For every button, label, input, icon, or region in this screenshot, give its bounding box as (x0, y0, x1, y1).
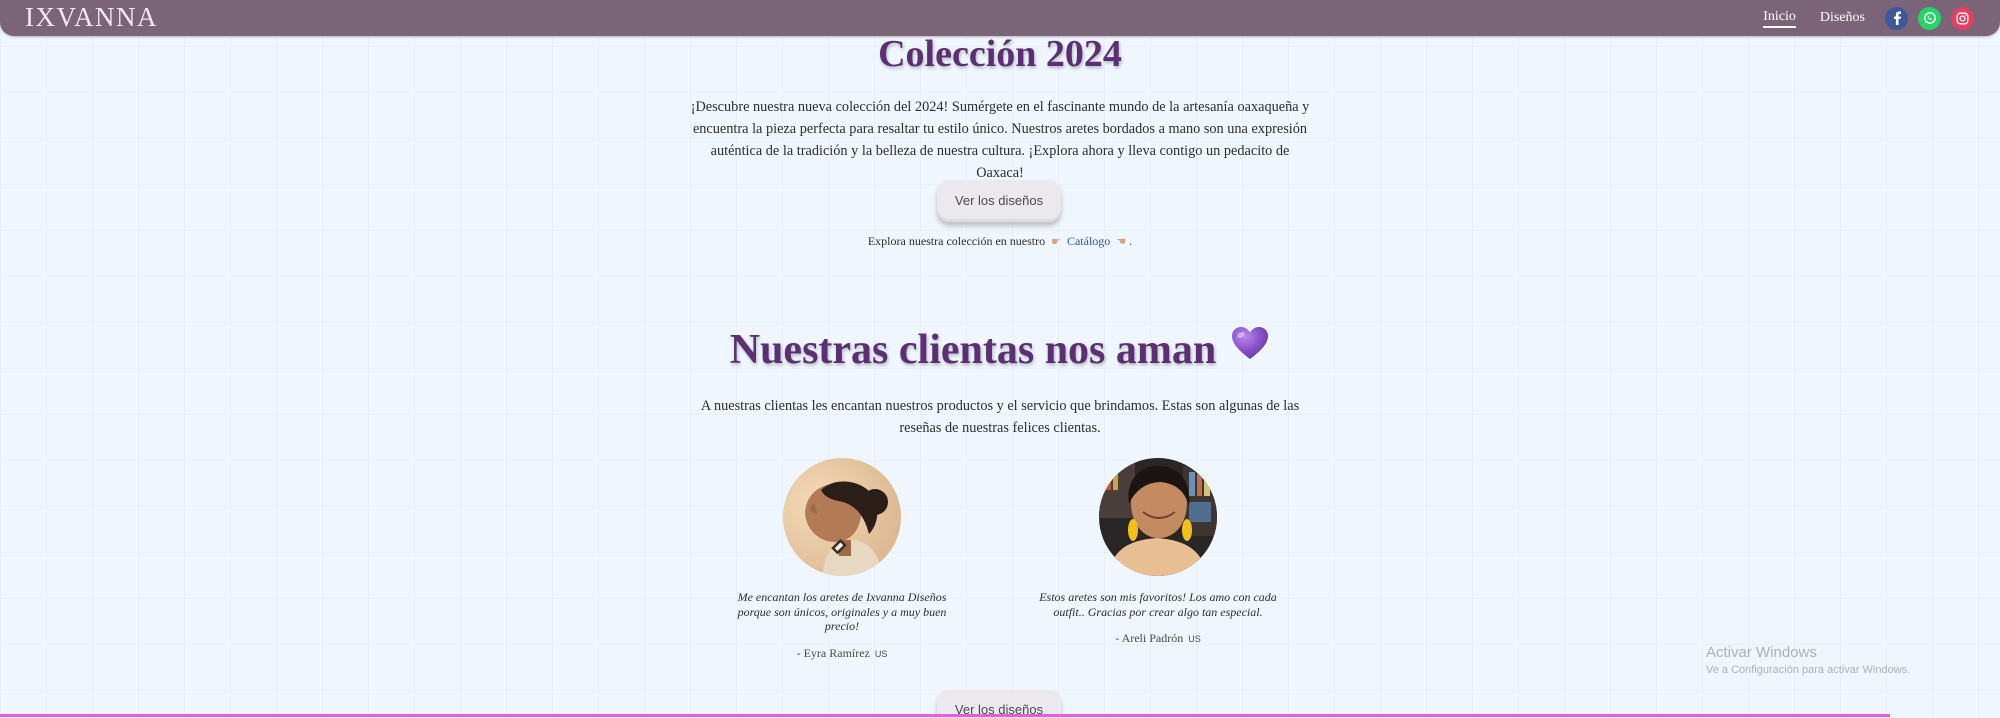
nav-links: Inicio Diseños (1763, 5, 1974, 31)
scroll-progress-line (0, 714, 1890, 717)
watermark-subtitle: Ve a Configuración para activar Windows. (1706, 664, 1911, 676)
catalog-link[interactable]: Catálogo (1067, 234, 1110, 248)
view-designs-button[interactable]: Ver los diseños (937, 180, 1061, 222)
collection-description: ¡Descubre nuestra nueva colección del 20… (690, 99, 1310, 181)
review-quote: Estos aretes son mis favoritos! Los amo … (1039, 590, 1277, 619)
purple-heart-icon (1230, 324, 1270, 372)
windows-activation-watermark: Activar Windows Ve a Configuración para … (1706, 644, 1910, 676)
catalog-suffix: . (1129, 234, 1133, 248)
nav-link-disenos[interactable]: Diseños (1820, 10, 1865, 26)
avatar (783, 458, 901, 576)
review-author-name: - Areli Padrón (1115, 631, 1184, 645)
nav-link-inicio[interactable]: Inicio (1763, 9, 1796, 28)
instagram-icon[interactable] (1951, 6, 1974, 30)
navbar: IXVANNA Inicio Diseños (0, 0, 2000, 36)
catalog-line: Explora nuestra colección en nuestro ☛ C… (0, 234, 2000, 249)
catalog-prefix: Explora nuestra colección en nuestro (867, 234, 1046, 248)
review-card: Me encantan los aretes de Ixvanna Diseño… (722, 458, 962, 661)
review-author: - Eyra Ramírez US (722, 646, 962, 661)
whatsapp-icon[interactable] (1918, 6, 1941, 30)
avatar (1099, 458, 1217, 576)
testimonials-title-text: Nuestras clientas nos aman (729, 327, 1217, 373)
testimonials-title: Nuestras clientas nos aman (0, 326, 2000, 377)
review-author-flag: US (874, 648, 888, 659)
pointing-left-icon: ☚ (1116, 235, 1127, 248)
review-author-flag: US (1188, 634, 1201, 644)
review-author: - Areli Padrón US (1038, 631, 1278, 646)
facebook-icon[interactable] (1885, 6, 1908, 30)
review-card: Estos aretes son mis favoritos! Los amo … (1038, 458, 1278, 646)
watermark-title: Activar Windows (1706, 644, 1817, 661)
testimonials-description: A nuestras clientas les encantan nuestro… (700, 398, 1300, 436)
review-author-name: - Eyra Ramírez (796, 645, 870, 660)
collection-title: Colección 2024 (878, 33, 1122, 75)
brand-logo[interactable]: IXVANNA (25, 2, 158, 32)
review-quote: Me encantan los aretes de Ixvanna Diseño… (737, 590, 947, 633)
pointing-right-icon: ☛ (1051, 235, 1061, 248)
